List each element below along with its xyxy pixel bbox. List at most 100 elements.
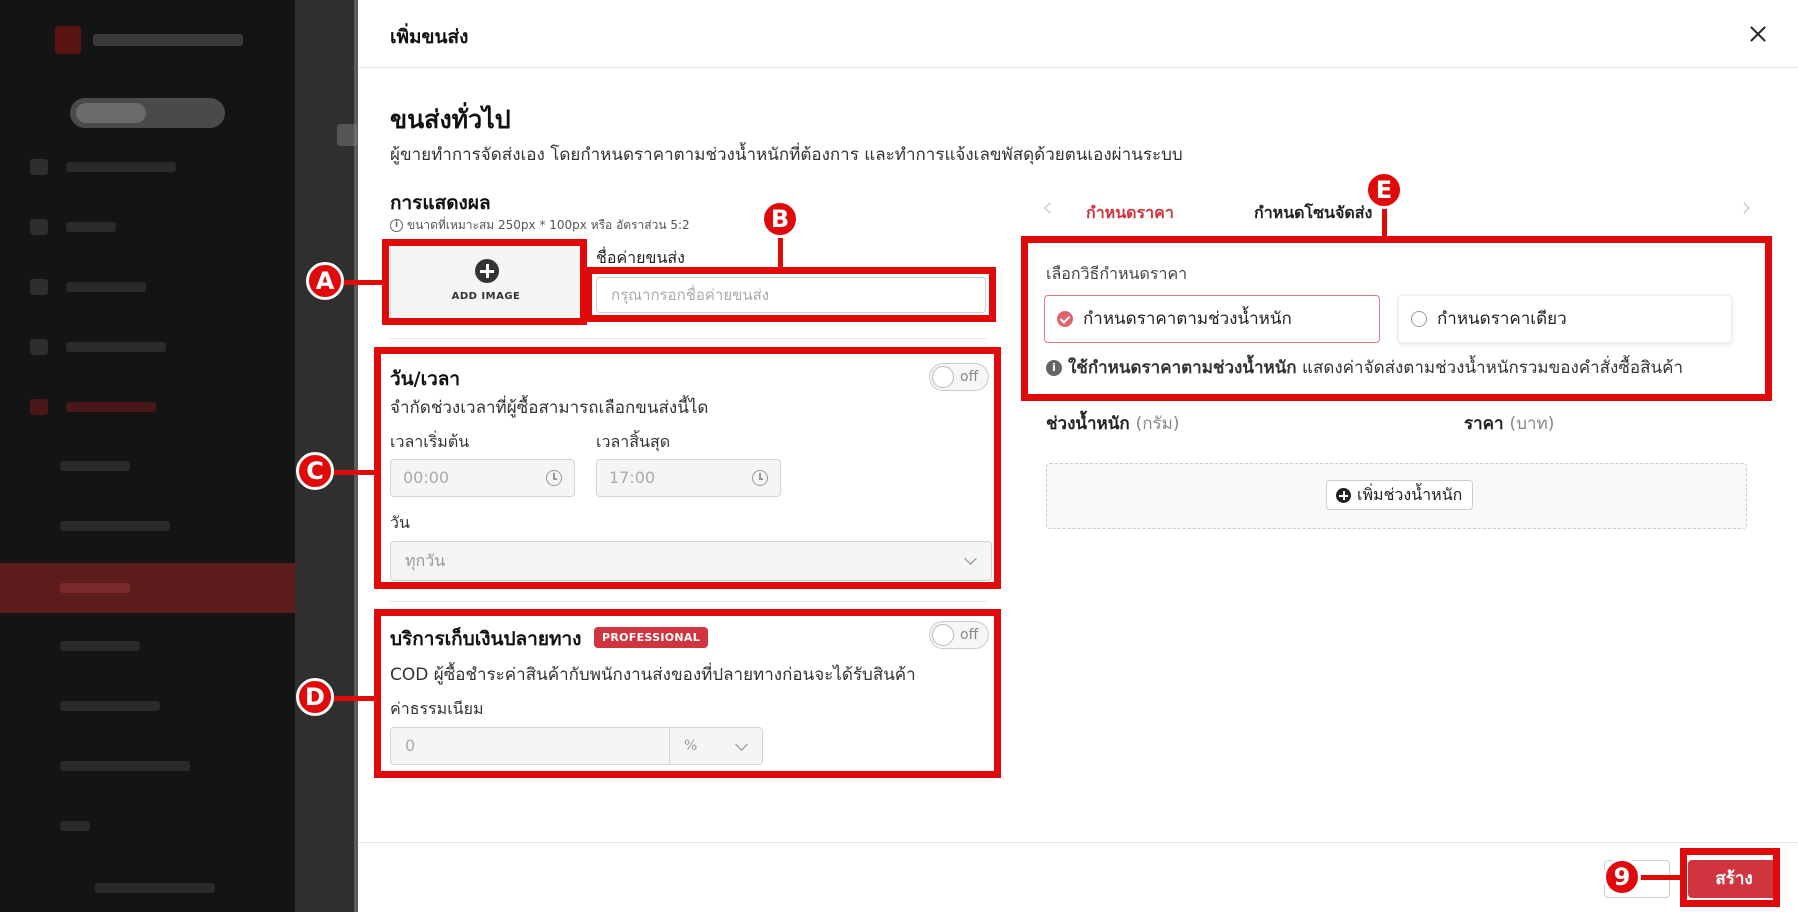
radio-weight-based[interactable]: กำหนดราคาตามช่วงน้ำหนัก <box>1044 295 1380 343</box>
professional-badge: PROFESSIONAL <box>594 627 709 648</box>
pricing-note: i ใช้กำหนดราคาตามช่วงน้ำหนัก แสดงค่าจัดส… <box>1046 354 1683 381</box>
pricing-note-text: ใช้กำหนดราคาตามช่วงน้ำหนัก แสดงค่าจัดส่ง… <box>1068 354 1683 381</box>
background-store-switch <box>70 98 225 128</box>
callout-c: C <box>296 452 334 490</box>
radio-unchecked-icon <box>1411 311 1427 327</box>
background-sidebar <box>0 0 295 912</box>
leader-line-a <box>342 280 384 285</box>
datetime-title: วัน/เวลา <box>390 368 461 390</box>
add-weight-range-button[interactable]: เพิ่มช่วงน้ำหนัก <box>1326 480 1474 510</box>
toggle-state: off <box>960 627 979 643</box>
weight-column-header: ช่วงน้ำหนัก (กรัม) <box>1046 410 1180 437</box>
tab-pricing[interactable]: กำหนดราคา <box>1086 201 1174 226</box>
plus-circle-icon <box>1336 488 1351 503</box>
chevron-down-icon <box>964 552 977 565</box>
background-logo <box>55 22 255 58</box>
callout-a: A <box>306 262 344 300</box>
start-time-label: เวลาเริ่มต้น <box>390 432 470 451</box>
fee-input[interactable]: 0 <box>390 727 670 765</box>
toggle-state: off <box>960 369 979 385</box>
drawer-header: เพิ่มขนส่ง <box>358 0 1798 68</box>
add-image-button[interactable]: ADD IMAGE <box>390 242 582 320</box>
tab-scroll-right-icon[interactable] <box>1738 202 1750 214</box>
background-sub-item <box>60 461 130 471</box>
datetime-toggle[interactable]: off <box>929 363 989 391</box>
end-time-label: เวลาสิ้นสุด <box>596 432 671 451</box>
divider <box>390 338 986 339</box>
end-time-input[interactable]: 17:00 <box>596 459 781 497</box>
background-nav-item <box>30 216 250 238</box>
background-sub-item <box>60 821 90 831</box>
section-description: ผู้ขายทำการจัดส่งเอง โดยกำหนดราคาตามช่วง… <box>390 145 1183 165</box>
background-nav-item <box>30 156 250 178</box>
background-nav-item <box>30 396 250 418</box>
info-icon: i <box>390 219 403 232</box>
leader-line-e <box>1382 208 1387 238</box>
carrier-name-input[interactable] <box>596 277 986 313</box>
background-active-item <box>0 563 295 613</box>
weight-column-label: ช่วงน้ำหนัก <box>1046 414 1130 434</box>
section-title: ขนส่งทั่วไป <box>390 105 511 134</box>
background-sub-item <box>60 641 140 651</box>
day-select-value: ทุกวัน <box>405 551 446 570</box>
toggle-knob <box>932 366 954 388</box>
carrier-name-label: ชื่อค่ายขนส่ง <box>596 248 685 267</box>
price-column-label: ราคา <box>1464 414 1504 434</box>
radio-checked-icon <box>1057 311 1073 327</box>
leader-line-9 <box>1640 875 1682 880</box>
leader-line-c <box>332 470 376 475</box>
add-shipping-drawer: เพิ่มขนส่ง ขนส่งทั่วไป ผู้ขายทำการจัดส่ง… <box>358 0 1798 912</box>
image-size-hint: i ขนาดที่เหมาะสม 250px * 100px หรือ อัตร… <box>390 216 690 235</box>
divider <box>390 601 986 602</box>
clock-icon <box>752 470 768 486</box>
pricing-method-label: เลือกวิธีกำหนดราคา <box>1046 264 1188 283</box>
background-sub-item <box>60 701 160 711</box>
background-sub-item <box>60 521 170 531</box>
chevron-down-icon <box>735 738 748 751</box>
fee-label: ค่าธรรมเนียม <box>390 699 484 718</box>
pricing-note-rest: แสดงค่าจัดส่งตามช่วงน้ำหนักรวมของคำสั่งซ… <box>1296 358 1684 378</box>
add-weight-range-label: เพิ่มช่วงน้ำหนัก <box>1357 485 1463 504</box>
cod-description: COD ผู้ซื้อชำระค่าสินค้ากับพนักงานส่งของ… <box>390 665 916 685</box>
end-time-value: 17:00 <box>609 468 656 487</box>
radio-flat-rate[interactable]: กำหนดราคาเดียว <box>1398 295 1732 343</box>
price-column-unit: (บาท) <box>1509 414 1555 434</box>
info-icon: i <box>1046 359 1062 376</box>
plus-circle-icon <box>475 259 499 283</box>
callout-e: E <box>1365 171 1403 209</box>
radio-flat-rate-label: กำหนดราคาเดียว <box>1437 309 1567 329</box>
background-sub-item <box>60 761 190 771</box>
price-column-header: ราคา (บาท) <box>1464 410 1554 437</box>
create-button[interactable]: สร้าง <box>1688 860 1780 898</box>
add-image-label: ADD IMAGE <box>451 291 521 302</box>
weight-column-unit: (กรัม) <box>1135 414 1180 434</box>
day-label: วัน <box>390 513 410 532</box>
tab-shipping-zone[interactable]: กำหนดโซนจัดส่ง <box>1254 201 1372 226</box>
close-icon[interactable] <box>1746 22 1770 46</box>
datetime-description: จำกัดช่วงเวลาที่ผู้ซื้อสามารถเลือกขนส่งน… <box>390 398 709 418</box>
start-time-input[interactable]: 00:00 <box>390 459 575 497</box>
clock-icon <box>546 470 562 486</box>
fee-unit-select[interactable]: % <box>669 727 763 765</box>
callout-9: 9 <box>1603 858 1641 896</box>
image-size-hint-text: ขนาดที่เหมาะสม 250px * 100px หรือ อัตราส… <box>407 218 690 232</box>
display-label: การแสดงผล <box>390 192 491 214</box>
cod-title: บริการเก็บเงินปลายทาง <box>390 628 582 650</box>
callout-b: B <box>761 200 799 238</box>
radio-weight-based-label: กำหนดราคาตามช่วงน้ำหนัก <box>1083 309 1292 329</box>
drawer-footer <box>358 842 1798 912</box>
drawer-title: เพิ่มขนส่ง <box>390 26 469 48</box>
cod-toggle[interactable]: off <box>929 621 989 649</box>
leader-line-d <box>332 696 376 701</box>
background-footer <box>95 883 215 893</box>
start-time-value: 00:00 <box>403 468 450 487</box>
leader-line-b <box>778 238 783 270</box>
pricing-note-bold: ใช้กำหนดราคาตามช่วงน้ำหนัก <box>1068 358 1297 378</box>
toggle-knob <box>932 624 954 646</box>
tab-scroll-left-icon[interactable] <box>1044 202 1056 214</box>
background-nav-item <box>30 336 250 358</box>
background-nav-item <box>30 276 250 298</box>
fee-value: 0 <box>405 736 416 755</box>
callout-d: D <box>296 678 334 716</box>
day-select[interactable]: ทุกวัน <box>390 541 992 581</box>
